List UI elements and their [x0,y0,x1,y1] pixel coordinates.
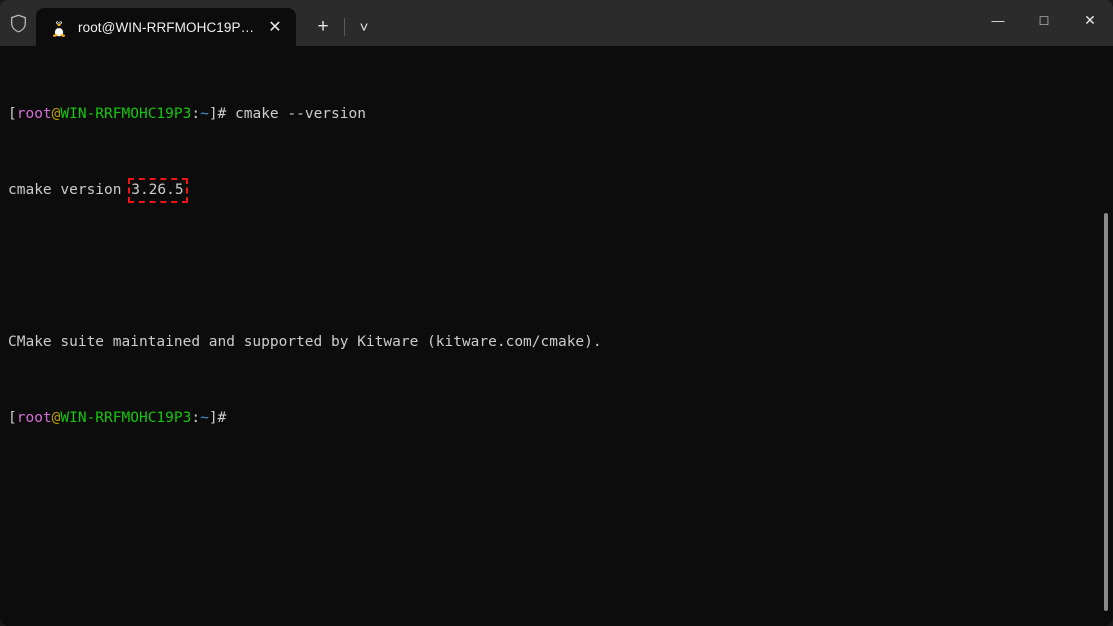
terminal-line-version: cmake version 3.26.5 [8,181,1099,200]
prompt-host: WIN-RRFMOHC19P3 [60,106,191,122]
terminal-line-command: [root@WIN-RRFMOHC19P3:~]# cmake --versio… [8,105,1099,124]
prompt2-host: WIN-RRFMOHC19P3 [60,410,191,426]
prompt2-bracket-close: ]# [209,410,226,426]
terminal-window: root@WIN-RRFMOHC19P3:~ ✕ + ˅ — □ ✕ [root… [0,0,1113,626]
scrollbar-thumb[interactable] [1104,213,1108,611]
shield-icon [10,14,27,33]
terminal-line-info: CMake suite maintained and supported by … [8,333,1099,352]
close-button[interactable]: ✕ [1067,0,1113,40]
command-text: cmake --version [226,106,366,122]
terminal-line-prompt: [root@WIN-RRFMOHC19P3:~]# [8,409,1099,428]
tab-root-session[interactable]: root@WIN-RRFMOHC19P3:~ ✕ [36,8,296,46]
terminal-screen[interactable]: [root@WIN-RRFMOHC19P3:~]# cmake --versio… [8,48,1099,626]
version-prefix: cmake version [8,182,130,198]
info-text: CMake suite maintained and supported by … [8,334,602,350]
prompt-user: root [17,106,52,122]
prompt-path: ~ [200,106,209,122]
prompt-colon: : [191,106,200,122]
prompt-bracket-close: ]# [209,106,226,122]
tab-title: root@WIN-RRFMOHC19P3:~ [78,20,260,35]
prompt2-user: root [17,410,52,426]
window-controls: — □ ✕ [975,0,1113,46]
tab-close-icon[interactable]: ✕ [260,13,290,41]
prompt2-path: ~ [200,410,209,426]
prompt-bracket-open: [ [8,106,17,122]
prompt2-colon: : [191,410,200,426]
terminal-line-blank [8,257,1099,276]
prompt2-bracket-open: [ [8,410,17,426]
chevron-down-icon[interactable]: ˅ [347,8,381,46]
version-value-highlight: 3.26.5 [130,181,184,200]
tux-linux-icon [50,17,68,37]
title-bar: root@WIN-RRFMOHC19P3:~ ✕ + ˅ — □ ✕ [0,0,1113,46]
maximize-button[interactable]: □ [1021,0,1067,40]
shield-icon-button[interactable] [0,0,36,46]
terminal-body[interactable]: [root@WIN-RRFMOHC19P3:~]# cmake --versio… [0,46,1113,626]
tabstrip-divider [344,18,345,36]
scrollbar[interactable] [1101,46,1111,626]
minimize-button[interactable]: — [975,0,1021,40]
tab-strip: root@WIN-RRFMOHC19P3:~ ✕ + ˅ [36,0,975,46]
new-tab-button[interactable]: + [304,8,342,46]
